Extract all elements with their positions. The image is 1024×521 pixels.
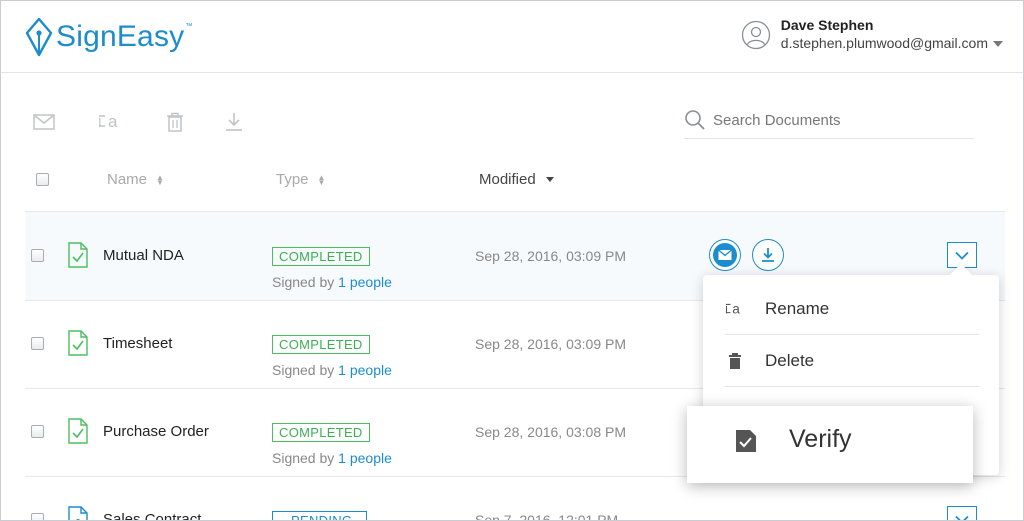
document-name[interactable]: Sales Contract xyxy=(103,511,201,520)
trash-icon xyxy=(729,353,741,369)
column-type-label: Type xyxy=(276,171,309,188)
chevron-down-icon xyxy=(955,515,969,520)
row-menu-button[interactable] xyxy=(947,506,977,520)
svg-text:I: I xyxy=(98,115,102,130)
signed-by-text: Signed by 1 people xyxy=(272,450,392,466)
row-checkbox[interactable] xyxy=(31,513,44,520)
menu-divider xyxy=(725,334,979,335)
sort-icon: ▲ ▼ xyxy=(156,172,164,187)
search-box[interactable] xyxy=(684,107,974,139)
envelope-icon[interactable] xyxy=(33,111,55,133)
logo[interactable]: SignEasy ™ xyxy=(23,15,192,59)
row-checkbox[interactable] xyxy=(31,249,44,262)
column-name-label: Name xyxy=(107,171,148,188)
document-signed-icon xyxy=(68,330,88,356)
column-modified-header[interactable]: Modified xyxy=(479,171,554,188)
status-badge: COMPLETED xyxy=(272,335,370,354)
app-window: SignEasy ™ Dave Stephen d.stephen.plumwo… xyxy=(0,0,1024,521)
select-all-checkbox[interactable] xyxy=(36,173,49,186)
modified-date: Sep 28, 2016, 03:08 PM xyxy=(475,424,626,440)
svg-text:I: I xyxy=(725,305,728,317)
signed-by-text: Signed by 1 people xyxy=(272,274,392,290)
logo-text: SignEasy xyxy=(56,20,185,53)
sort-desc-icon xyxy=(545,177,554,182)
rename-icon: I a xyxy=(725,302,740,317)
user-menu[interactable]: Dave Stephen d.stephen.plumwood@gmail.co… xyxy=(741,17,1003,52)
user-email: d.stephen.plumwood@gmail.com xyxy=(780,35,988,51)
logo-trademark: ™ xyxy=(185,23,193,30)
status-badge: COMPLETED xyxy=(272,423,370,442)
status-badge: COMPLETED xyxy=(272,247,370,266)
document-name[interactable]: Mutual NDA xyxy=(103,247,184,264)
trash-icon[interactable] xyxy=(164,111,186,133)
modified-date: Sep 7, 2016, 12:01 PM xyxy=(475,512,619,521)
column-type-header[interactable]: Type ▲ ▼ xyxy=(276,171,325,188)
modified-date: Sep 28, 2016, 03:09 PM xyxy=(475,336,626,352)
row-checkbox[interactable] xyxy=(31,337,44,350)
signers-link[interactable]: 1 people xyxy=(338,450,392,466)
download-button[interactable] xyxy=(752,239,784,271)
menu-divider xyxy=(725,386,979,387)
chevron-down-icon xyxy=(955,251,969,260)
svg-text:a: a xyxy=(732,302,740,317)
user-name: Dave Stephen xyxy=(780,17,874,33)
verify-document-icon xyxy=(736,429,756,452)
document-signed-icon xyxy=(68,242,88,268)
sort-icon: ▲ ▼ xyxy=(317,172,326,187)
envelope-icon xyxy=(718,249,732,260)
document-signed-icon xyxy=(68,418,88,444)
search-input[interactable] xyxy=(713,112,953,129)
row-checkbox[interactable] xyxy=(31,425,44,438)
document-name[interactable]: Timesheet xyxy=(103,335,172,352)
column-name-header[interactable]: Name ▲ ▼ xyxy=(107,171,164,188)
header: SignEasy ™ Dave Stephen d.stephen.plumwo… xyxy=(1,1,1023,73)
email-button[interactable] xyxy=(709,239,741,271)
download-icon xyxy=(762,248,774,262)
menu-item-delete[interactable]: Delete xyxy=(725,351,814,371)
menu-item-verify[interactable]: Verify xyxy=(687,406,973,483)
signed-by-text: Signed by 1 people xyxy=(272,362,392,378)
document-pending-icon xyxy=(68,506,88,520)
signers-link[interactable]: 1 people xyxy=(338,274,392,290)
column-modified-label: Modified xyxy=(479,171,536,188)
menu-item-label: Delete xyxy=(765,351,815,370)
signed-by-prefix: Signed by xyxy=(272,274,339,290)
signed-by-prefix: Signed by xyxy=(272,450,339,466)
svg-text:a: a xyxy=(108,112,118,131)
signers-link[interactable]: 1 people xyxy=(338,362,392,378)
status-badge: PENDING xyxy=(272,511,368,520)
document-name[interactable]: Purchase Order xyxy=(103,423,209,440)
search-icon xyxy=(685,110,705,130)
pen-nib-icon xyxy=(25,17,53,57)
menu-item-label: Rename xyxy=(765,299,830,318)
signed-by-prefix: Signed by xyxy=(272,362,339,378)
rename-icon[interactable]: I a xyxy=(98,111,124,133)
chevron-down-icon[interactable] xyxy=(993,41,1003,48)
menu-item-label: Verify xyxy=(789,425,852,453)
download-icon[interactable] xyxy=(223,111,245,133)
menu-item-rename[interactable]: I a Rename xyxy=(725,299,829,319)
avatar-icon xyxy=(741,20,770,49)
modified-date: Sep 28, 2016, 03:09 PM xyxy=(475,248,626,264)
